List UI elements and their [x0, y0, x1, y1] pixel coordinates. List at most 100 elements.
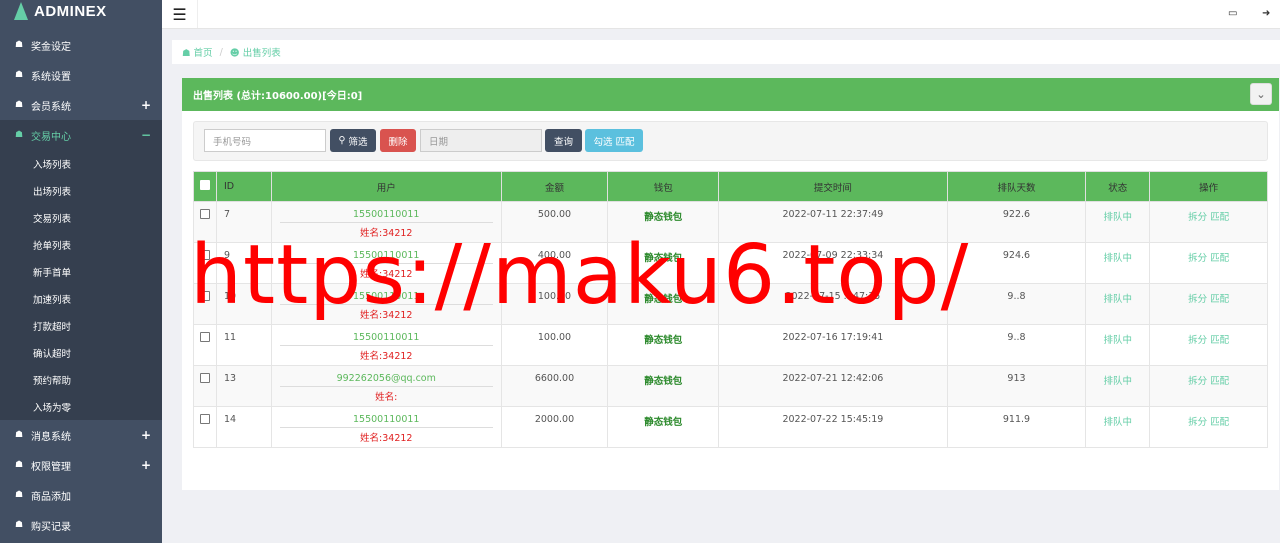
wallet-label: 静态钱包 — [644, 212, 683, 223]
submenu-item-first-order[interactable]: 新手首单 — [0, 258, 162, 285]
cell-id: 10 — [216, 283, 272, 325]
wallet-label: 静态钱包 — [644, 376, 683, 387]
cell-time: 2022-07-15 ..:47:35 — [718, 283, 948, 325]
row-checkbox[interactable] — [200, 332, 210, 342]
row-checkbox[interactable] — [200, 373, 210, 383]
home-icon: ☗ — [182, 48, 194, 59]
sales-table: ID 用户 金额 钱包 提交时间 排队天数 状态 操作 7 1550011001… — [193, 171, 1268, 448]
sidebar-item-message-system[interactable]: ☗ 消息系统 + — [0, 420, 162, 450]
col-status[interactable]: 状态 — [1085, 171, 1151, 202]
submenu-item-entry-list[interactable]: 入场列表 — [0, 150, 162, 177]
col-user[interactable]: 用户 — [270, 171, 502, 202]
col-submit-time[interactable]: 提交时间 — [718, 171, 948, 202]
row-checkbox[interactable] — [200, 250, 210, 260]
collapse-panel-button[interactable]: ⌄ — [1250, 83, 1272, 105]
sidebar-item-member-system[interactable]: ☗ 会员系统 + — [0, 90, 162, 120]
cell-id: 14 — [216, 406, 272, 448]
split-match-actions[interactable]: 拆分 匹配 — [1188, 212, 1229, 223]
cell-id: 13 — [216, 365, 272, 407]
cell-user: 15500110011 姓名:34212 — [270, 324, 502, 366]
status-badge: 排队中 — [1103, 417, 1133, 428]
col-amount[interactable]: 金额 — [500, 171, 609, 202]
cell-status: 排队中 — [1085, 283, 1151, 325]
user-account-link[interactable]: 15500110011 — [279, 414, 493, 428]
split-match-actions[interactable]: 拆分 匹配 — [1188, 335, 1229, 346]
status-badge: 排队中 — [1103, 376, 1133, 387]
status-badge: 排队中 — [1103, 212, 1133, 223]
check-match-button[interactable]: 勾选 匹配 — [585, 129, 643, 152]
user-account-link[interactable]: 15500110011 — [279, 291, 493, 305]
home-icon: ☗ — [14, 460, 24, 470]
home-icon: ☗ — [14, 520, 24, 530]
split-match-actions[interactable]: 拆分 匹配 — [1188, 253, 1229, 264]
row-checkbox[interactable] — [200, 209, 210, 219]
sales-list-panel: 出售列表 (总计:10600.00)[今日:0] ⌄ 手机号码 ⚲ 筛选 删除 … — [182, 78, 1279, 490]
sidebar: ADMINEX ☗ 奖金设定 ☗ 系统设置 ☗ 会员系统 + ☗ 交易中心 − 入场列表 出… — [0, 0, 162, 543]
submenu-item-entry-zero[interactable]: 入场为零 — [0, 393, 162, 420]
submenu-item-payment-timeout[interactable]: 打款超时 — [0, 312, 162, 339]
sidebar-item-label: 会员系统 — [31, 101, 71, 113]
submenu-item-trade-list[interactable]: 交易列表 — [0, 204, 162, 231]
cell-days: 922.6 — [946, 201, 1087, 243]
submenu-item-grab-list[interactable]: 抢单列表 — [0, 231, 162, 258]
cell-days: 913 — [946, 365, 1087, 407]
menu-toggle-icon[interactable]: ☰ — [162, 0, 198, 28]
home-icon: ☗ — [14, 490, 24, 500]
breadcrumb-current[interactable]: ☻ 出售列表 — [230, 45, 281, 59]
cell-actions: 拆分 匹配 — [1149, 201, 1268, 243]
submenu-item-exit-list[interactable]: 出场列表 — [0, 177, 162, 204]
col-queue-days[interactable]: 排队天数 — [946, 171, 1087, 202]
filter-button[interactable]: ⚲ 筛选 — [330, 129, 376, 152]
col-id[interactable]: ID — [216, 171, 272, 202]
breadcrumb-home[interactable]: ☗ 首页 — [182, 45, 213, 59]
col-wallet[interactable]: 钱包 — [607, 171, 720, 202]
table-header-row: ID 用户 金额 钱包 提交时间 排队天数 状态 操作 — [193, 171, 1268, 202]
submenu-item-reservation-help[interactable]: 预约帮助 — [0, 366, 162, 393]
user-account-link[interactable]: 15500110011 — [279, 332, 493, 346]
wallet-label: 静态钱包 — [644, 417, 683, 428]
sidebar-item-add-product[interactable]: ☗ 商品添加 — [0, 480, 162, 510]
user-account-link[interactable]: 992262056@qq.com — [279, 373, 493, 387]
table-row: 10 15500110011 姓名:34212 100.00 静态钱包 2022-… — [193, 283, 1268, 325]
logo[interactable]: ADMINEX — [0, 0, 162, 28]
submenu-item-speedup-list[interactable]: 加速列表 — [0, 285, 162, 312]
sidebar-item-label: 购买记录 — [31, 521, 71, 533]
row-select-cell — [193, 365, 217, 407]
home-icon: ☗ — [14, 40, 24, 50]
row-select-cell — [193, 201, 217, 243]
user-account-link[interactable]: 15500110011 — [279, 209, 493, 223]
sidebar-item-permissions[interactable]: ☗ 权限管理 + — [0, 450, 162, 480]
cell-wallet: 静态钱包 — [607, 406, 720, 448]
query-button[interactable]: 查询 — [545, 129, 582, 152]
split-match-actions[interactable]: 拆分 匹配 — [1188, 376, 1229, 387]
row-checkbox[interactable] — [200, 291, 210, 301]
cell-status: 排队中 — [1085, 365, 1151, 407]
select-all-checkbox[interactable] — [200, 180, 210, 190]
sidebar-item-bonus-settings[interactable]: ☗ 奖金设定 — [0, 30, 162, 60]
split-match-actions[interactable]: 拆分 匹配 — [1188, 417, 1229, 428]
cell-wallet: 静态钱包 — [607, 365, 720, 407]
table-row: 11 15500110011 姓名:34212 100.00 静态钱包 2022-… — [193, 324, 1268, 366]
cell-status: 排队中 — [1085, 324, 1151, 366]
select-all-cell — [193, 171, 217, 202]
cell-time: 2022-07-09 22:33:34 — [718, 242, 948, 284]
logout-icon[interactable]: ➜ — [1262, 8, 1270, 19]
search-icon: ⚲ — [338, 135, 349, 146]
row-select-cell — [193, 406, 217, 448]
submenu-item-confirm-timeout[interactable]: 确认超时 — [0, 339, 162, 366]
monitor-icon[interactable]: ▭ — [1228, 8, 1237, 19]
sidebar-item-purchase-records[interactable]: ☗ 购买记录 — [0, 510, 162, 540]
sidebar-item-system-settings[interactable]: ☗ 系统设置 — [0, 60, 162, 90]
delete-button[interactable]: 删除 — [380, 129, 416, 152]
col-actions[interactable]: 操作 — [1149, 171, 1268, 202]
cell-wallet: 静态钱包 — [607, 283, 720, 325]
phone-input[interactable]: 手机号码 — [204, 129, 326, 152]
date-input[interactable]: 日期 — [420, 129, 542, 152]
user-account-link[interactable]: 15500110011 — [279, 250, 493, 264]
split-match-actions[interactable]: 拆分 匹配 — [1188, 294, 1229, 305]
row-checkbox[interactable] — [200, 414, 210, 424]
wallet-label: 静态钱包 — [644, 294, 683, 305]
row-select-cell — [193, 242, 217, 284]
sidebar-item-trade-center[interactable]: ☗ 交易中心 − — [0, 120, 162, 150]
home-icon: ☗ — [14, 70, 24, 80]
